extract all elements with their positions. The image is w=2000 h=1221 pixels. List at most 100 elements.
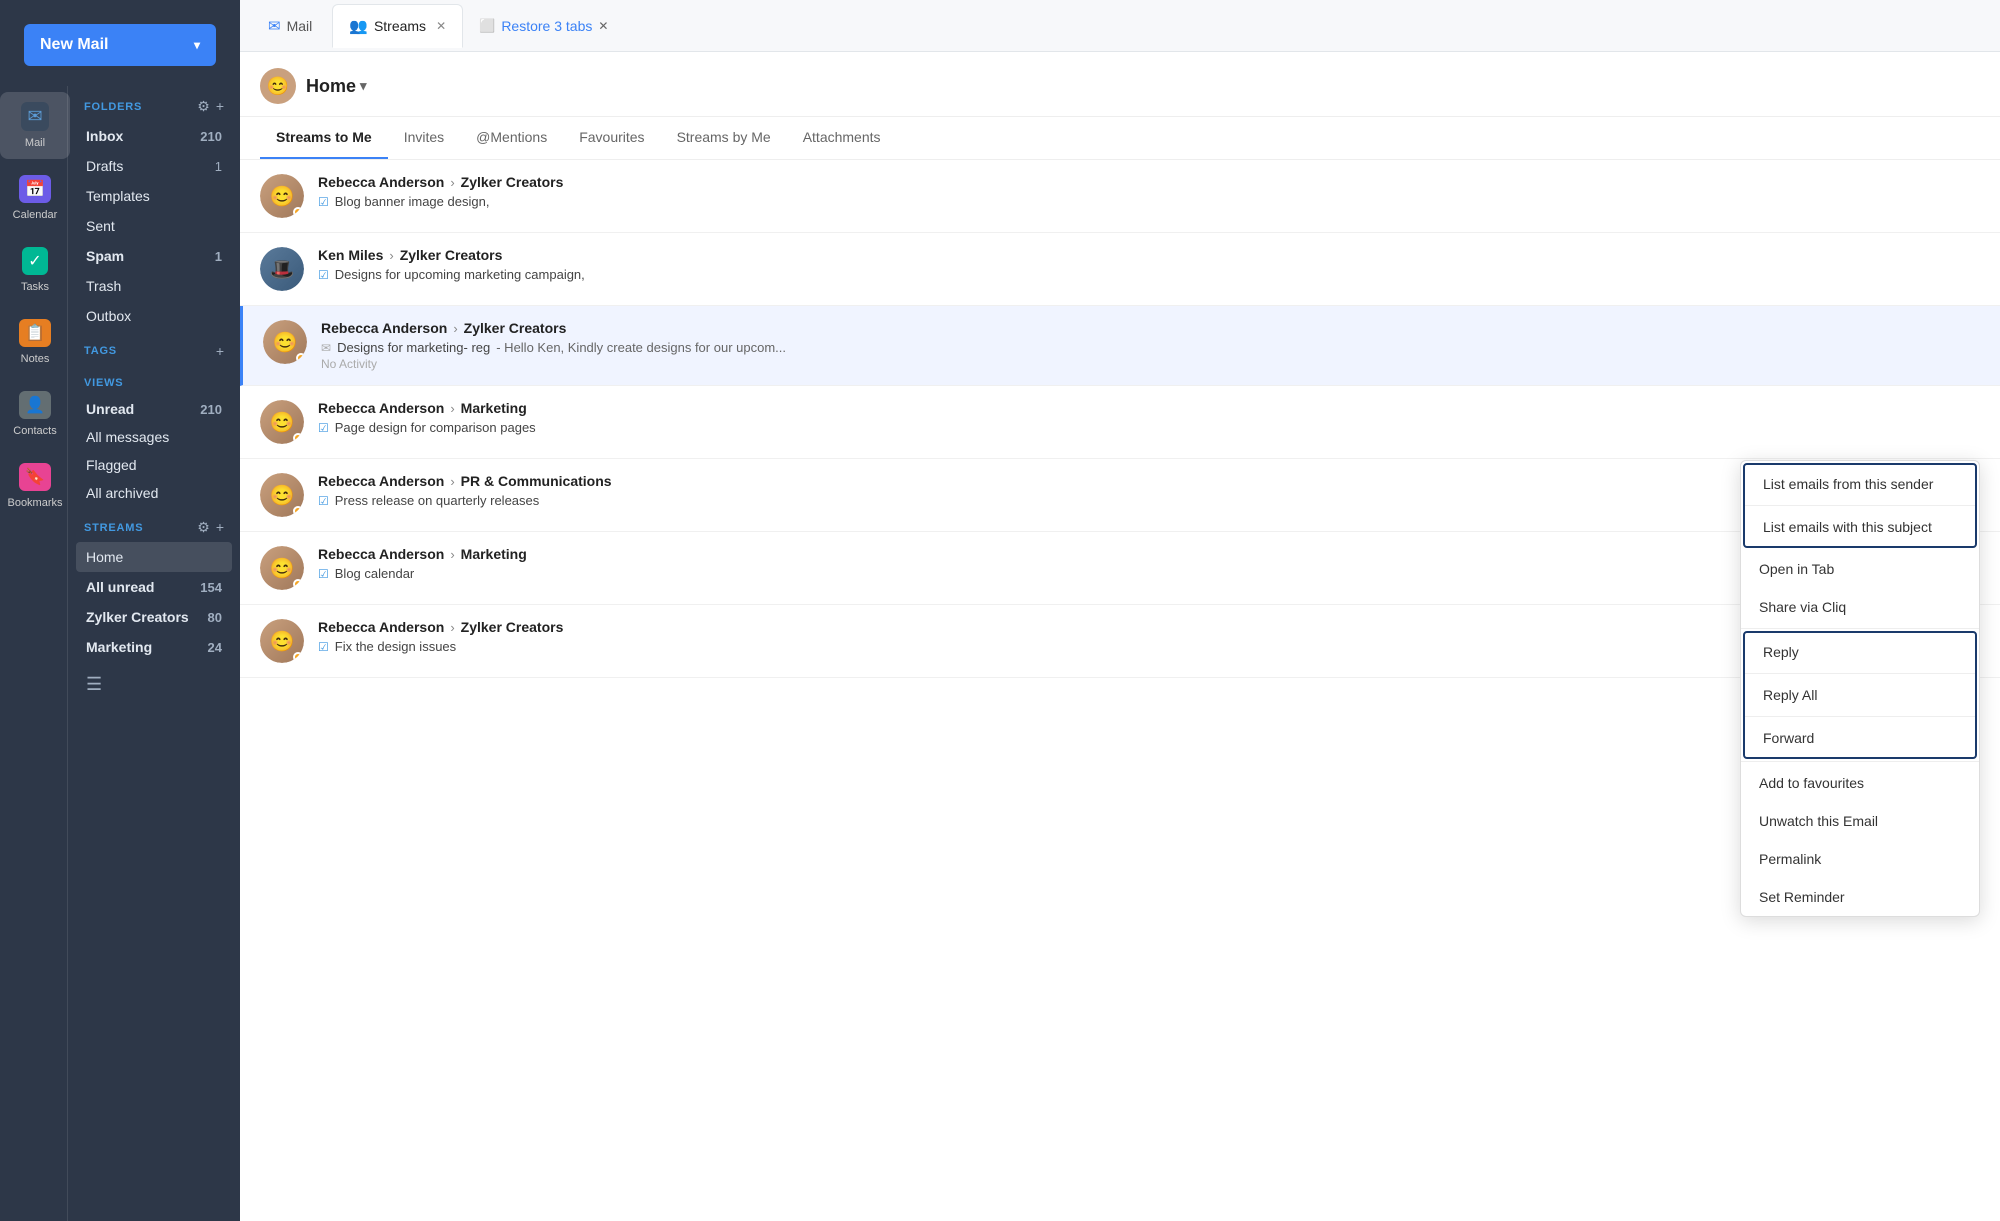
folder-spam-label: Spam bbox=[86, 248, 124, 264]
restore-close-icon[interactable]: ✕ bbox=[598, 19, 608, 33]
folder-trash[interactable]: Trash bbox=[76, 271, 232, 301]
folder-drafts-count: 1 bbox=[215, 159, 222, 174]
context-menu-permalink[interactable]: Permalink bbox=[1741, 840, 1979, 878]
sub-tab-invites[interactable]: Invites bbox=[388, 117, 460, 159]
contacts-nav-label: Contacts bbox=[13, 425, 56, 437]
email-channel-3: Zylker Creators bbox=[464, 320, 567, 336]
view-flagged[interactable]: Flagged bbox=[76, 451, 232, 479]
folder-sent[interactable]: Sent bbox=[76, 211, 232, 241]
email-avatar-1: 😊 bbox=[260, 174, 304, 218]
sub-tab-favourites[interactable]: Favourites bbox=[563, 117, 660, 159]
email-sender-4: Rebecca Anderson bbox=[318, 400, 444, 416]
new-mail-button[interactable]: New Mail ▾ bbox=[24, 24, 216, 66]
email-sender-7: Rebecca Anderson bbox=[318, 619, 444, 635]
sidebar-item-notes[interactable]: 📋 Notes bbox=[0, 309, 70, 375]
context-menu-set-reminder[interactable]: Set Reminder bbox=[1741, 878, 1979, 916]
context-menu-reply-section: Reply Reply All Forward bbox=[1743, 631, 1977, 759]
sidebar-item-tasks[interactable]: ✓ Tasks bbox=[0, 237, 70, 303]
email-content-3: Rebecca Anderson › Zylker Creators ✉ Des… bbox=[321, 320, 1980, 371]
tasks-nav-label: Tasks bbox=[21, 281, 49, 293]
sub-tab-favourites-label: Favourites bbox=[579, 129, 644, 145]
context-menu-reply-all[interactable]: Reply All bbox=[1745, 676, 1975, 714]
context-share-cliq-label: Share via Cliq bbox=[1759, 599, 1846, 615]
folder-templates[interactable]: Templates bbox=[76, 181, 232, 211]
streams-settings-icon[interactable]: ⚙ bbox=[197, 519, 210, 536]
stream-home[interactable]: Home bbox=[76, 542, 232, 572]
context-menu-forward[interactable]: Forward bbox=[1745, 719, 1975, 757]
context-menu-list-subject[interactable]: List emails with this subject bbox=[1745, 508, 1975, 546]
folder-outbox-label: Outbox bbox=[86, 308, 131, 324]
task-icon-1: ☑ bbox=[318, 195, 329, 209]
email-subject-6: Blog calendar bbox=[335, 566, 415, 581]
notes-icon: 📋 bbox=[19, 319, 51, 347]
tags-actions: + bbox=[216, 343, 224, 359]
mail-icon: ✉ bbox=[21, 102, 48, 131]
tab-mail-label: Mail bbox=[287, 18, 313, 34]
email-list: 😊 Rebecca Anderson › Zylker Creators ☑ B… bbox=[240, 160, 2000, 1221]
sub-tab-mentions-label: @Mentions bbox=[476, 129, 547, 145]
sidebar-item-bookmarks[interactable]: 🔖 Bookmarks bbox=[0, 453, 70, 519]
home-title-button[interactable]: Home ▾ bbox=[306, 76, 367, 97]
restore-tabs-button[interactable]: ⬜ Restore 3 tabs ✕ bbox=[467, 12, 620, 40]
context-menu-share-cliq[interactable]: Share via Cliq bbox=[1741, 588, 1979, 626]
streams-add-icon[interactable]: + bbox=[216, 519, 224, 536]
folder-inbox[interactable]: Inbox 210 bbox=[76, 121, 232, 151]
streams-actions: ⚙ + bbox=[197, 519, 224, 536]
restore-tabs-label: Restore 3 tabs bbox=[501, 18, 592, 34]
task-icon-2: ☑ bbox=[318, 268, 329, 282]
mail-tab-icon: ✉ bbox=[268, 17, 281, 35]
stream-all-unread-count: 154 bbox=[200, 580, 222, 595]
avatar-dot-7 bbox=[293, 652, 303, 662]
avatar-dot-6 bbox=[293, 579, 303, 589]
folders-settings-icon[interactable]: ⚙ bbox=[197, 98, 210, 115]
context-menu-unwatch[interactable]: Unwatch this Email bbox=[1741, 802, 1979, 840]
tab-streams-close-icon[interactable]: ✕ bbox=[436, 19, 446, 33]
view-all-messages[interactable]: All messages bbox=[76, 423, 232, 451]
tags-add-icon[interactable]: + bbox=[216, 343, 224, 359]
context-menu-reply[interactable]: Reply bbox=[1745, 633, 1975, 671]
sidebar-item-mail[interactable]: ✉ Mail bbox=[0, 92, 70, 159]
streams-section-header: STREAMS ⚙ + bbox=[76, 507, 232, 542]
email-item-1[interactable]: 😊 Rebecca Anderson › Zylker Creators ☑ B… bbox=[240, 160, 2000, 233]
email-item-4[interactable]: 😊 Rebecca Anderson › Marketing ☑ Page de… bbox=[240, 386, 2000, 459]
sidebar-item-contacts[interactable]: 👤 Contacts bbox=[0, 381, 70, 447]
sub-tab-streams-by-me-label: Streams by Me bbox=[677, 129, 771, 145]
context-divider-1 bbox=[1745, 505, 1975, 506]
tab-mail[interactable]: ✉ Mail bbox=[252, 4, 328, 48]
stream-zylker-creators[interactable]: Zylker Creators 80 bbox=[76, 602, 232, 632]
home-header: 😊 Home ▾ bbox=[240, 52, 2000, 117]
email-avatar-4: 😊 bbox=[260, 400, 304, 444]
sidebar-collapse-button[interactable]: ☰ bbox=[76, 662, 232, 707]
folders-add-icon[interactable]: + bbox=[216, 98, 224, 115]
context-add-favourites-label: Add to favourites bbox=[1759, 775, 1864, 791]
folder-drafts[interactable]: Drafts 1 bbox=[76, 151, 232, 181]
stream-all-unread[interactable]: All unread 154 bbox=[76, 572, 232, 602]
context-menu-list-sender[interactable]: List emails from this sender bbox=[1745, 465, 1975, 503]
tab-streams[interactable]: 👥 Streams ✕ bbox=[332, 4, 463, 48]
sub-tab-mentions[interactable]: @Mentions bbox=[460, 117, 563, 159]
email-item-6[interactable]: 😊 Rebecca Anderson › Marketing ☑ Blog ca… bbox=[240, 532, 2000, 605]
email-item-5[interactable]: 😊 Rebecca Anderson › PR & Communications… bbox=[240, 459, 2000, 532]
view-unread[interactable]: Unread 210 bbox=[76, 395, 232, 423]
email-item-2[interactable]: 🎩 Ken Miles › Zylker Creators ☑ Designs … bbox=[240, 233, 2000, 306]
folders-label: FOLDERS bbox=[84, 101, 142, 113]
view-all-archived[interactable]: All archived bbox=[76, 479, 232, 507]
stream-marketing[interactable]: Marketing 24 bbox=[76, 632, 232, 662]
email-item-3[interactable]: 😊 Rebecca Anderson › Zylker Creators ✉ D… bbox=[240, 306, 2000, 386]
avatar-dot-1 bbox=[293, 207, 303, 217]
sub-tab-streams-to-me[interactable]: Streams to Me bbox=[260, 117, 388, 159]
folder-spam[interactable]: Spam 1 bbox=[76, 241, 232, 271]
tags-section-header: TAGS + bbox=[76, 331, 232, 365]
sub-tab-streams-by-me[interactable]: Streams by Me bbox=[661, 117, 787, 159]
context-menu-open-tab[interactable]: Open in Tab bbox=[1741, 550, 1979, 588]
sub-tab-attachments[interactable]: Attachments bbox=[787, 117, 897, 159]
email-subject-1: Blog banner image design, bbox=[335, 194, 490, 209]
context-menu-add-favourites[interactable]: Add to favourites bbox=[1741, 764, 1979, 802]
task-icon-7: ☑ bbox=[318, 640, 329, 654]
streams-tab-icon: 👥 bbox=[349, 17, 368, 35]
email-item-7[interactable]: 😊 Rebecca Anderson › Zylker Creators ☑ F… bbox=[240, 605, 2000, 678]
views-section-header: VIEWS bbox=[76, 365, 232, 395]
sidebar-item-calendar[interactable]: 📅 Calendar bbox=[0, 165, 70, 231]
folder-outbox[interactable]: Outbox bbox=[76, 301, 232, 331]
email-no-activity-3: No Activity bbox=[321, 357, 1980, 371]
